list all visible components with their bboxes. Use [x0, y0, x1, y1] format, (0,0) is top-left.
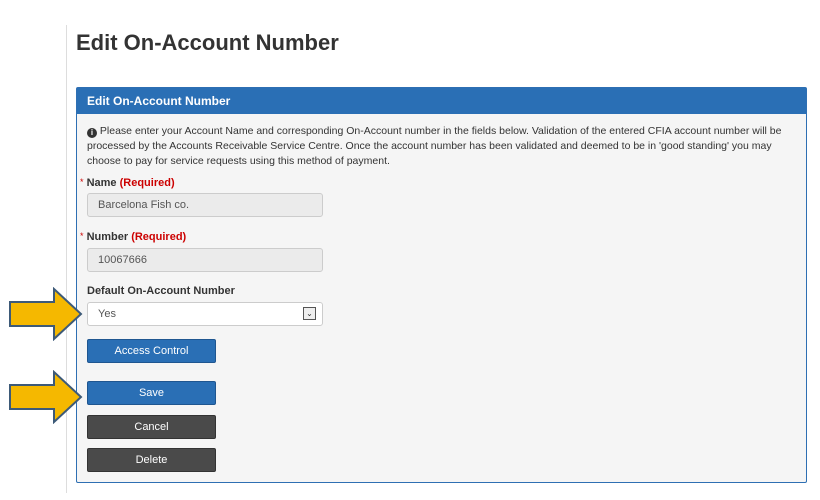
- save-button[interactable]: Save: [87, 381, 216, 405]
- arrow-pointer-icon: [9, 370, 83, 424]
- default-label: Default On-Account Number: [87, 285, 235, 297]
- required-tag: (Required): [119, 177, 175, 189]
- default-select-value: Yes: [98, 308, 116, 320]
- number-label-text: Number: [86, 231, 129, 243]
- edit-account-panel: Edit On-Account Number i Please enter yo…: [76, 87, 807, 483]
- number-input[interactable]: 10067666: [87, 248, 323, 272]
- cancel-button[interactable]: Cancel: [87, 415, 216, 439]
- info-message: i Please enter your Account Name and cor…: [87, 124, 797, 169]
- required-tag: (Required): [131, 231, 187, 243]
- name-label-text: Name: [86, 177, 117, 189]
- number-label: * Number (Required): [80, 231, 186, 243]
- required-asterisk: *: [80, 231, 84, 241]
- panel-header: Edit On-Account Number: [77, 88, 806, 114]
- name-label: * Name (Required): [80, 177, 175, 189]
- delete-button[interactable]: Delete: [87, 448, 216, 472]
- required-asterisk: *: [80, 177, 84, 187]
- access-control-button[interactable]: Access Control: [87, 339, 216, 363]
- chevron-down-icon[interactable]: ⌄: [303, 307, 316, 320]
- info-circle-icon: i: [87, 128, 97, 138]
- page-title: Edit On-Account Number: [76, 30, 339, 55]
- default-account-select[interactable]: Yes ⌄: [87, 302, 323, 326]
- name-input[interactable]: Barcelona Fish co.: [87, 193, 323, 217]
- arrow-pointer-icon: [9, 287, 83, 341]
- info-text: Please enter your Account Name and corre…: [87, 125, 782, 167]
